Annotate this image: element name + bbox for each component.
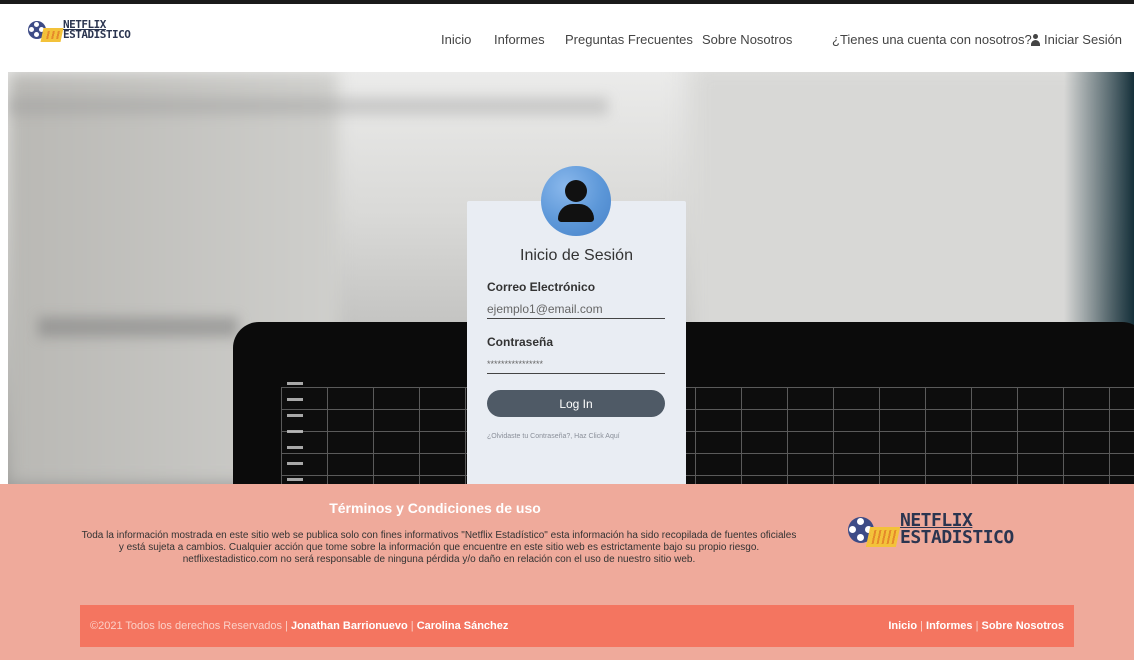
footer-brand-logo[interactable]: NETFLIX ESTADISTICO <box>848 512 1014 548</box>
footer-brand-line-2: ESTADISTICO <box>900 527 1014 548</box>
footer: Términos y Condiciones de uso Toda la in… <box>0 484 1134 660</box>
user-icon <box>1030 33 1041 46</box>
copyright-notice: ©2021 Todos los derechos Reservados <box>90 620 282 632</box>
author-1: Jonathan Barrionuevo <box>290 620 408 632</box>
nav-login-label: Iniciar Sesión <box>1044 32 1123 47</box>
footer-links: Inicio | Informes | Sobre Nosotros <box>888 620 1064 632</box>
nav-faq-link[interactable]: Preguntas Frecuentes <box>565 32 693 47</box>
terms-title: Términos y Condiciones de uso <box>329 500 541 516</box>
user-avatar-icon <box>541 166 611 236</box>
author-2: Carolina Sánchez <box>416 620 509 632</box>
forgot-password-link[interactable]: ¿Olvidaste tu Contraseña?, Haz Click Aqu… <box>487 433 665 440</box>
email-label: Correo Electrónico <box>487 280 596 294</box>
nav-reports-link[interactable]: Informes <box>494 32 545 47</box>
film-strip-icon <box>865 527 901 547</box>
email-input[interactable] <box>487 299 665 319</box>
footer-home-link[interactable]: Inicio <box>888 620 917 632</box>
copyright-text: ©2021 Todos los derechos Reservados | Jo… <box>90 620 509 632</box>
top-navbar: NETFLIX ESTADISTICO Inicio Informes Preg… <box>0 0 1134 72</box>
terms-text: Toda la información mostrada en este sit… <box>81 530 797 565</box>
footer-about-link[interactable]: Sobre Nosotros <box>981 620 1064 632</box>
nav-about-link[interactable]: Sobre Nosotros <box>702 32 792 47</box>
password-input[interactable] <box>487 354 665 374</box>
footer-reports-link[interactable]: Informes <box>926 620 972 632</box>
login-title: Inicio de Sesión <box>520 247 633 264</box>
login-button[interactable]: Log In <box>487 390 665 417</box>
password-label: Contraseña <box>487 335 554 349</box>
copyright-bar: ©2021 Todos los derechos Reservados | Jo… <box>80 605 1074 647</box>
main-nav: Inicio Informes Preguntas Frecuentes Sob… <box>0 32 1134 52</box>
nav-home-link[interactable]: Inicio <box>441 32 471 47</box>
nav-login-link[interactable]: Iniciar Sesión <box>1030 32 1122 47</box>
nav-account-question-link[interactable]: ¿Tienes una cuenta con nosotros? <box>832 32 1032 47</box>
